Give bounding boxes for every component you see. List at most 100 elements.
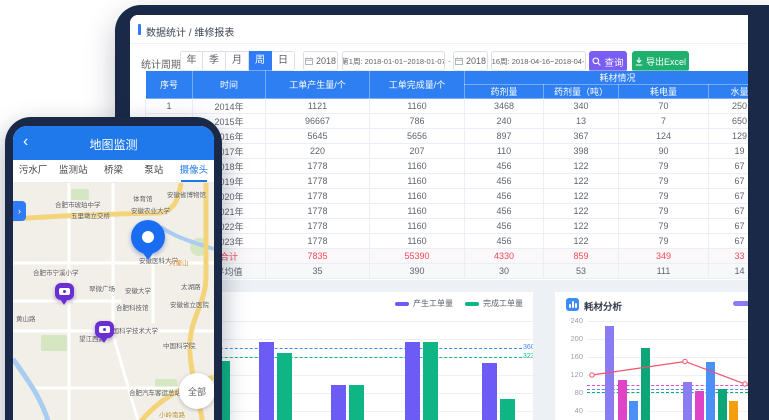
period-filter-label: 统计周期: (141, 56, 184, 71)
table-cell: 650 (709, 114, 749, 129)
table-cell: 124 (619, 129, 709, 144)
table-cell: 5656 (370, 129, 465, 144)
camera-marker-icon[interactable] (95, 321, 114, 338)
table-cell: 129 (709, 129, 749, 144)
camera-marker-icon[interactable] (55, 283, 74, 300)
table-cell: 122 (544, 204, 619, 219)
reference-line-label: 360 (523, 344, 533, 352)
phone-screen: ‹ 地图监测 污水厂监测站桥梁泵站摄像头 (13, 126, 214, 420)
start-year-select[interactable]: 2018 (303, 51, 338, 71)
table-row: 平均值35390305311114 (146, 264, 749, 279)
show-all-button[interactable]: 全部 (179, 373, 214, 409)
table-cell: 111 (619, 264, 709, 279)
table-cell: 19 (709, 144, 749, 159)
map-poi-label: 安徽省立医院 (170, 299, 209, 309)
start-week-field[interactable]: 第1周: 2018-01-01~2018-01-07 (342, 51, 445, 71)
table-row: 62019年177811604561227967 (146, 174, 749, 189)
selected-camera-marker[interactable] (131, 220, 165, 254)
table-cell: 786 (370, 114, 465, 129)
table-cell: 55390 (370, 249, 465, 264)
table-cell: 30 (465, 264, 544, 279)
camera-lens (63, 290, 66, 293)
table-cell: 35 (266, 264, 370, 279)
map-poi-label: 大蜀山 (169, 257, 189, 267)
table-cell: 7 (619, 114, 709, 129)
period-option[interactable]: 年 (180, 51, 203, 71)
table-cell: 79 (619, 219, 709, 234)
report-table: 序号时间工单产生量/个工单完成量/个耗材情况药剂量药剂量（吨）耗电量水量1201… (145, 70, 748, 279)
reference-line-label: 323 (523, 353, 533, 361)
table-cell: 4330 (465, 249, 544, 264)
column-header: 时间 (193, 71, 266, 99)
table-cell: 1160 (370, 234, 465, 249)
consumables-chart: 耗材分析 2402001601208040 (555, 292, 748, 420)
table-cell: 5645 (266, 129, 370, 144)
table-cell: 67 (709, 174, 749, 189)
table-cell: 122 (544, 174, 619, 189)
period-option[interactable]: 月 (226, 51, 249, 71)
table-cell: 122 (544, 159, 619, 174)
period-option[interactable]: 周 (249, 51, 272, 71)
table-cell: 1160 (370, 219, 465, 234)
phone-page-title: 地图监测 (13, 136, 214, 153)
search-button-label: 查询 (604, 55, 623, 69)
legend-item[interactable]: 完成工单量 (465, 298, 523, 309)
phone-tab[interactable]: 污水厂 (13, 160, 53, 182)
table-cell: 7835 (266, 249, 370, 264)
table-cell: 456 (465, 204, 544, 219)
end-week-field[interactable]: 第16周: 2018-04-16~2018-04-22 (491, 51, 586, 71)
calendar-icon (455, 57, 463, 65)
table-cell: 13 (544, 114, 619, 129)
breadcrumb-accent (138, 24, 141, 35)
table-cell: 122 (544, 219, 619, 234)
camera-lens (103, 328, 106, 331)
table-cell: 456 (465, 174, 544, 189)
table-cell: 207 (370, 144, 465, 159)
legend-swatch (395, 302, 409, 306)
phone-tab[interactable]: 监测站 (53, 160, 93, 182)
legend-item[interactable]: 产生工单量 (395, 298, 453, 309)
bar (259, 342, 274, 420)
table-cell: 3468 (465, 99, 544, 114)
table-row: 42017年2202071103989019 (146, 144, 749, 159)
phone-mockup-frame: ‹ 地图监测 污水厂监测站桥梁泵站摄像头 (5, 117, 222, 420)
period-option[interactable]: 日 (272, 51, 295, 71)
table-row: 32016年56455656897367124129 (146, 129, 749, 144)
table-cell: 1121 (266, 99, 370, 114)
bar (331, 385, 346, 420)
table-cell: 897 (465, 129, 544, 144)
period-option[interactable]: 季 (203, 51, 226, 71)
table-cell: 1778 (266, 234, 370, 249)
table-cell: 1778 (266, 204, 370, 219)
sub-column-header: 药剂量（吨） (544, 85, 619, 99)
table-cell: 367 (544, 129, 619, 144)
phone-tab[interactable]: 桥梁 (93, 160, 133, 182)
phone-header: ‹ 地图监测 (13, 126, 214, 160)
panel-expand-button[interactable]: › (13, 201, 26, 221)
table-cell: 70 (619, 99, 709, 114)
map-poi-label: 五里墩立交桥 (71, 210, 110, 220)
table-cell: 67 (709, 189, 749, 204)
phone-tab[interactable]: 泵站 (134, 160, 174, 182)
table-cell: 79 (619, 174, 709, 189)
table-cell: 122 (544, 189, 619, 204)
bar (482, 363, 497, 420)
export-excel-button[interactable]: 导出Excel (632, 51, 689, 72)
table-cell: 1160 (370, 174, 465, 189)
map-poi-label: 小岭南路 (159, 409, 185, 419)
download-icon (635, 57, 643, 66)
table-cell: 14 (709, 264, 749, 279)
map-view[interactable]: 合肥市琥珀中学体育馆安徽农业大学安徽省博物馆五里墩立交桥安徽医科大学合肥市宁溪小… (13, 183, 214, 420)
search-button[interactable]: 查询 (589, 51, 627, 72)
table-cell: 349 (619, 249, 709, 264)
start-year-value: 2018 (316, 56, 336, 66)
end-year-select[interactable]: 2018 (453, 51, 488, 71)
table-cell: 90 (619, 144, 709, 159)
map-poi-label: 中国科学院 (163, 340, 196, 350)
phone-tab[interactable]: 摄像头 (174, 160, 214, 182)
table-cell: 96667 (266, 114, 370, 129)
legend-label: 完成工单量 (483, 298, 523, 309)
table-cell: 1160 (370, 159, 465, 174)
column-header: 序号 (146, 71, 193, 99)
trend-line (555, 292, 748, 420)
